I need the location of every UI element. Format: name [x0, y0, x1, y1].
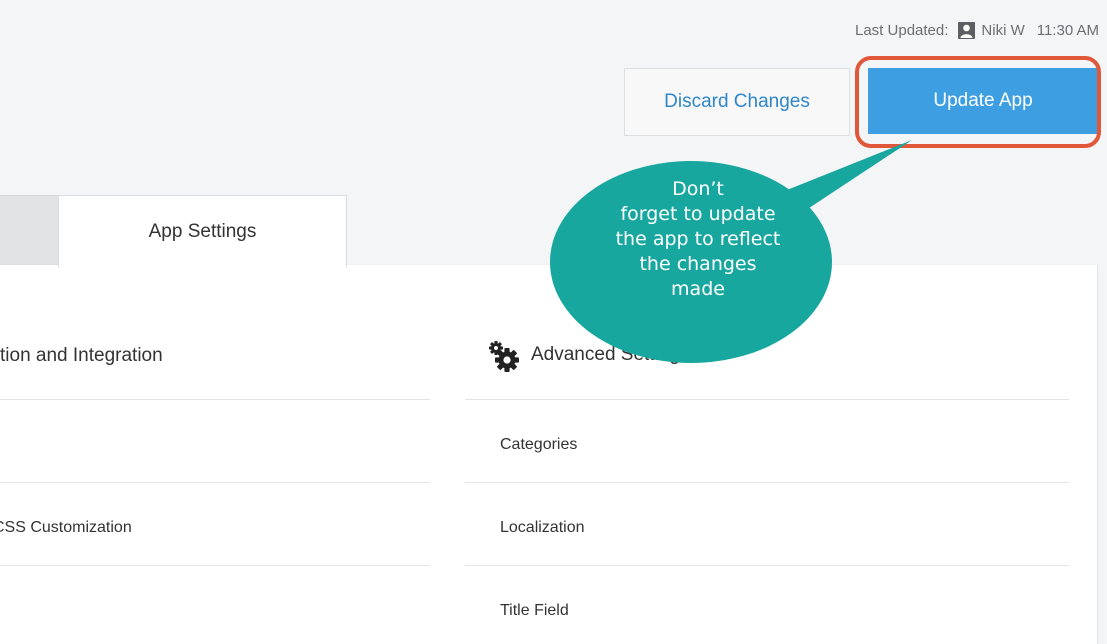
list-item-title-field[interactable]: Title Field	[465, 566, 1069, 644]
advanced-settings-column: Advanced Settings Categories Localizatio…	[465, 265, 1069, 644]
integration-section-header: tion and Integration	[0, 265, 430, 400]
list-item[interactable]	[0, 400, 430, 483]
last-updated-status: Last Updated: Niki W 11:30 AM	[855, 22, 1099, 39]
list-item-label: Localization	[500, 519, 585, 536]
callout-line: the app to reflect	[615, 228, 781, 250]
list-item-label: Title Field	[500, 602, 569, 619]
callout-line: made	[671, 278, 725, 300]
callout-text: Don’t forget to update the app to reflec…	[560, 177, 836, 302]
list-item-label: Categories	[500, 436, 578, 453]
settings-panel: tion and Integration CSS Customization A…	[0, 265, 1098, 644]
user-icon	[958, 22, 976, 39]
list-item[interactable]	[0, 566, 430, 644]
tab-app-settings[interactable]: App Settings	[58, 195, 347, 267]
update-app-button[interactable]: Update App	[868, 68, 1098, 134]
list-item-css-customization[interactable]: CSS Customization	[0, 483, 430, 566]
app-editor-page: Last Updated: Niki W 11:30 AM Discard Ch…	[0, 0, 1107, 644]
advanced-settings-title: Advanced Settings	[531, 344, 690, 365]
callout-line: the changes	[639, 253, 757, 275]
last-updated-time: 11:30 AM	[1036, 22, 1099, 39]
tab-previous[interactable]	[0, 195, 58, 265]
gear-icon	[487, 339, 519, 372]
list-item-label: CSS Customization	[0, 519, 132, 536]
callout-line: forget to update	[620, 203, 776, 225]
list-item-localization[interactable]: Localization	[465, 483, 1069, 566]
last-updated-label: Last Updated:	[855, 22, 949, 39]
list-item-categories[interactable]: Categories	[465, 400, 1069, 483]
discard-changes-button[interactable]: Discard Changes	[624, 68, 850, 136]
advanced-settings-title-wrap: Advanced Settings	[487, 339, 690, 372]
user-name: Niki W	[981, 22, 1025, 39]
integration-column: tion and Integration CSS Customization	[0, 265, 430, 644]
callout-line: Don’t	[672, 178, 724, 200]
integration-section-title: tion and Integration	[0, 345, 163, 366]
